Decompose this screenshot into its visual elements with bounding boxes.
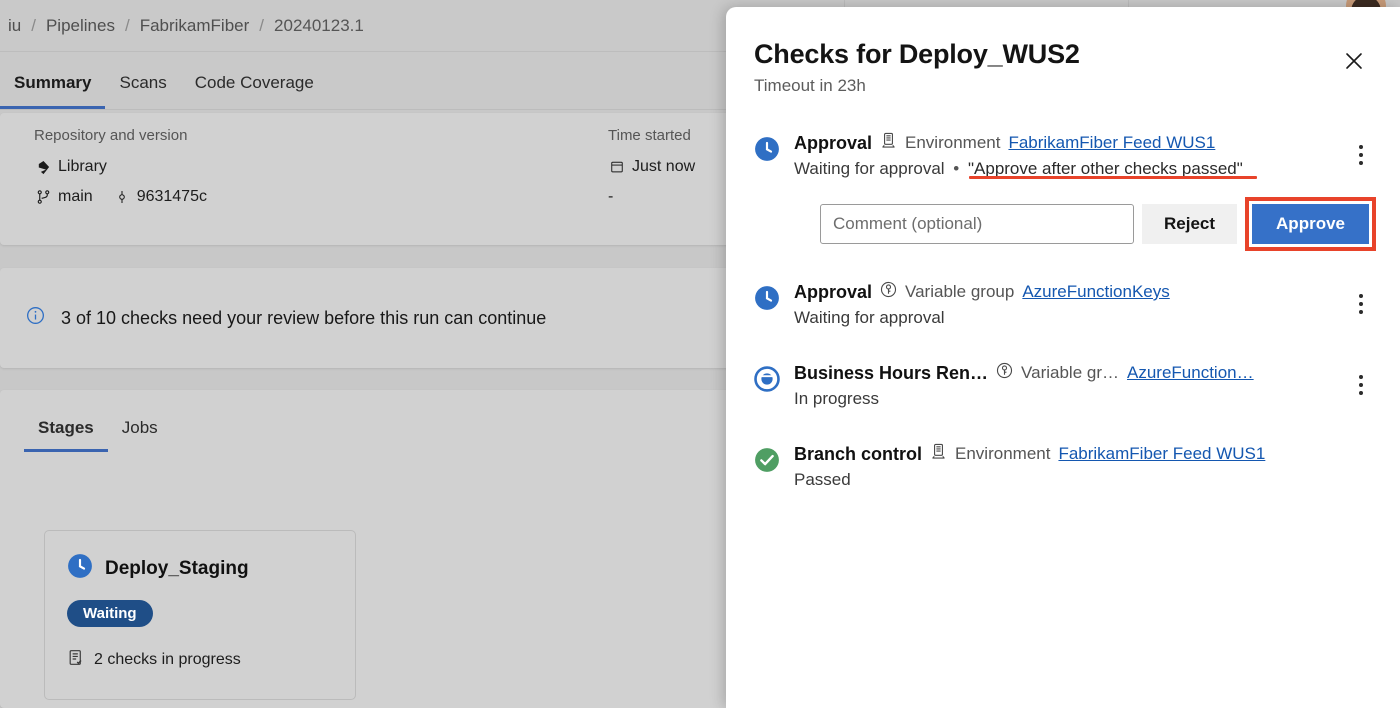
variable-group-icon bbox=[880, 281, 897, 303]
tab-scans[interactable]: Scans bbox=[105, 73, 180, 109]
stage-card-deploy-staging[interactable]: Deploy_Staging Waiting 2 checks in progr… bbox=[44, 530, 356, 700]
tab-summary[interactable]: Summary bbox=[0, 73, 106, 109]
repository-label: Repository and version bbox=[34, 127, 188, 144]
in-progress-icon bbox=[754, 366, 780, 392]
time-started-value: Just now bbox=[632, 158, 696, 175]
time-started-label: Time started bbox=[608, 127, 691, 144]
checks-list: Approval Environment FabrikamFiber Feed … bbox=[726, 132, 1400, 490]
elapsed-time-value: - bbox=[608, 188, 614, 205]
tab-jobs[interactable]: Jobs bbox=[108, 418, 172, 452]
commit-id[interactable]: 9631475c bbox=[137, 188, 207, 206]
check-state-text: Waiting for approval bbox=[794, 159, 945, 178]
screen-root: iu / Pipelines / FabrikamFiber / 2024012… bbox=[0, 0, 1400, 708]
check-state-text: In progress bbox=[794, 389, 880, 408]
panel-title: Checks for Deploy_WUS2 bbox=[754, 39, 1080, 69]
breadcrumb-separator: / bbox=[31, 16, 36, 35]
variable-group-icon bbox=[996, 362, 1013, 384]
check-item: Branch control Environment FabrikamFiber… bbox=[726, 443, 1400, 490]
separator-dot: • bbox=[953, 159, 960, 178]
check-item: Approval Environment FabrikamFiber Feed … bbox=[726, 132, 1400, 251]
comment-input[interactable] bbox=[820, 204, 1134, 244]
close-icon[interactable] bbox=[1336, 43, 1372, 79]
check-state: In progress bbox=[794, 389, 1376, 409]
breadcrumb-item-run[interactable]: 20240123.1 bbox=[266, 16, 372, 36]
resource-type: Variable gr… bbox=[1021, 363, 1119, 382]
check-name: Approval bbox=[794, 132, 873, 153]
stage-name: Deploy_Staging bbox=[105, 557, 249, 579]
checklist-icon bbox=[67, 649, 84, 671]
check-name: Branch control bbox=[794, 443, 923, 464]
calendar-icon bbox=[608, 158, 626, 176]
check-state-text: Waiting for approval bbox=[794, 308, 945, 327]
check-state: Passed bbox=[794, 470, 1376, 490]
resource-link[interactable]: AzureFunction… bbox=[1127, 363, 1254, 383]
check-item: Approval Variable group AzureFunctionKey… bbox=[726, 281, 1400, 328]
resource-type: Environment bbox=[905, 133, 1001, 152]
clock-icon bbox=[67, 553, 93, 584]
clock-icon bbox=[754, 285, 780, 311]
clock-icon bbox=[754, 136, 780, 162]
resource-link[interactable]: FabrikamFiber Feed WUS1 bbox=[1058, 444, 1265, 464]
repository-name[interactable]: Library bbox=[58, 158, 107, 176]
approve-button[interactable]: Approve bbox=[1252, 204, 1369, 244]
check-item: Business Hours Ren… Variable gr… AzureFu… bbox=[726, 362, 1400, 409]
breadcrumb-item-org[interactable]: iu bbox=[0, 16, 29, 36]
branch-icon bbox=[34, 188, 52, 206]
checks-panel: Checks for Deploy_WUS2 Timeout in 23h Ap… bbox=[726, 7, 1400, 708]
banner-text: 3 of 10 checks need your review before t… bbox=[61, 307, 547, 328]
annotation-underline bbox=[969, 176, 1257, 179]
more-vertical-icon[interactable] bbox=[1348, 140, 1374, 170]
environment-icon bbox=[930, 443, 947, 465]
approve-button-highlight: Approve bbox=[1245, 197, 1376, 251]
approval-actions: Reject Approve bbox=[820, 197, 1376, 251]
breadcrumb-separator: / bbox=[259, 16, 265, 35]
stage-status-badge: Waiting bbox=[67, 600, 153, 627]
tab-code-coverage[interactable]: Code Coverage bbox=[181, 73, 328, 109]
environment-icon bbox=[880, 132, 897, 154]
info-icon bbox=[26, 306, 45, 330]
check-name: Business Hours Ren… bbox=[794, 362, 989, 383]
stage-checks-text: 2 checks in progress bbox=[94, 651, 241, 668]
resource-type: Environment bbox=[955, 444, 1051, 463]
reject-button[interactable]: Reject bbox=[1142, 204, 1238, 244]
more-vertical-icon[interactable] bbox=[1348, 370, 1374, 400]
check-state-text: Passed bbox=[794, 470, 851, 489]
breadcrumb-separator: / bbox=[124, 16, 130, 35]
resource-type: Variable group bbox=[905, 282, 1015, 301]
breadcrumb-item-pipelines[interactable]: Pipelines bbox=[38, 16, 123, 36]
azure-repos-icon bbox=[34, 158, 52, 176]
success-check-icon bbox=[754, 447, 780, 473]
check-name: Approval bbox=[794, 281, 873, 302]
breadcrumb: iu / Pipelines / FabrikamFiber / 2024012… bbox=[0, 5, 372, 47]
breadcrumb-item-pipeline[interactable]: FabrikamFiber bbox=[132, 16, 258, 36]
panel-timeout: Timeout in 23h bbox=[754, 76, 866, 95]
check-state: Waiting for approval bbox=[794, 308, 1376, 328]
tab-stages[interactable]: Stages bbox=[24, 418, 108, 452]
resource-link[interactable]: FabrikamFiber Feed WUS1 bbox=[1008, 133, 1215, 153]
branch-name[interactable]: main bbox=[58, 188, 93, 206]
commit-icon bbox=[113, 188, 131, 206]
more-vertical-icon[interactable] bbox=[1348, 289, 1374, 319]
panel-header: Checks for Deploy_WUS2 Timeout in 23h bbox=[726, 7, 1400, 96]
resource-link[interactable]: AzureFunctionKeys bbox=[1022, 282, 1169, 302]
